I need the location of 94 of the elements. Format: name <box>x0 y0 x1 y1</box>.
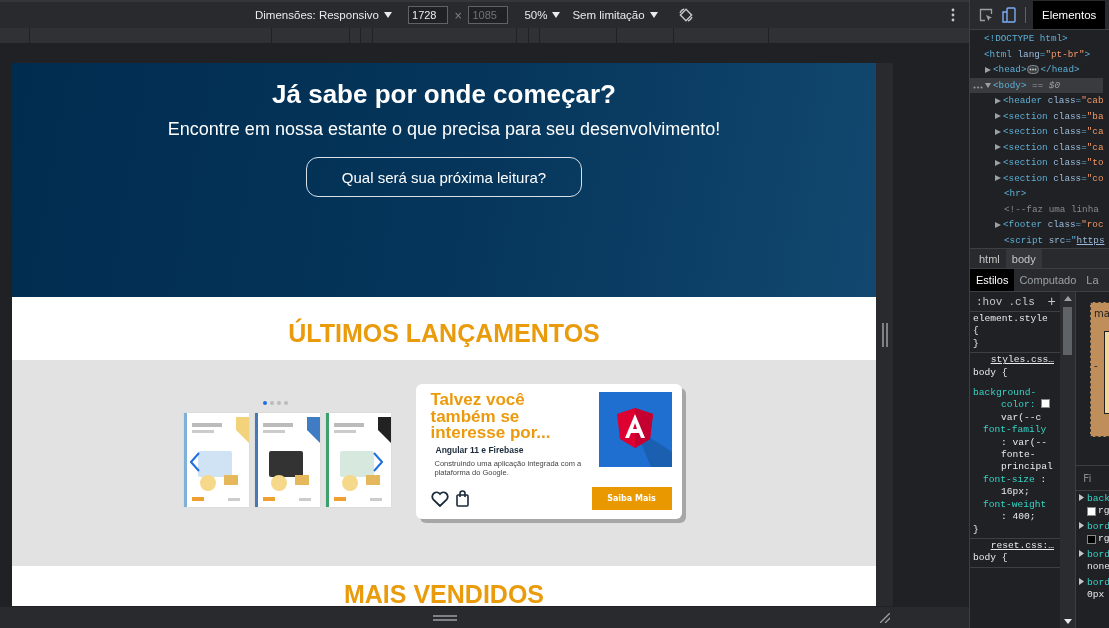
card-title: Talvez você também se interesse por... <box>430 392 552 442</box>
scroll-down-icon[interactable] <box>1063 619 1072 624</box>
expand-arrow-icon <box>1079 550 1084 557</box>
expand-arrow-icon[interactable] <box>995 144 1001 151</box>
closing-brace: } <box>973 337 980 351</box>
scrollbar-thumb[interactable] <box>1063 307 1072 355</box>
expand-arrow-icon <box>1079 494 1084 501</box>
box-model-value: - <box>1094 360 1098 371</box>
computed-property[interactable]: bord 0px <box>1076 575 1109 603</box>
carousel-dot[interactable] <box>284 401 288 405</box>
box-model-label: ma <box>1094 308 1109 319</box>
dom-node[interactable]: <hr> <box>970 186 1109 202</box>
hero-title: Já sabe por onde começar? <box>272 79 616 109</box>
css-selector: element.style { <box>973 313 1048 338</box>
ellipsis-icon[interactable] <box>1027 65 1040 75</box>
heart-icon[interactable] <box>430 490 449 507</box>
breadcrumb[interactable]: body <box>1005 249 1042 268</box>
expand-arrow-icon[interactable] <box>995 128 1001 135</box>
closing-brace: } <box>973 523 980 536</box>
color-swatch[interactable] <box>1087 534 1096 544</box>
css-declaration: font-family : var(--fonte-principal <box>982 424 1054 474</box>
book-title: Angular 11 e Firebase <box>435 444 525 455</box>
computed-property[interactable]: bord rg <box>1076 519 1109 547</box>
computed-property[interactable]: bord none <box>1076 547 1109 575</box>
resize-handle-icon[interactable] <box>881 322 888 347</box>
section-title: MAIS VENDIDOS <box>344 580 544 606</box>
dom-node[interactable]: <section class="ca <box>970 139 1109 155</box>
shopping-bag-icon[interactable] <box>455 490 469 507</box>
dom-node[interactable]: <!--faz uma linha <box>970 201 1109 217</box>
section-title: ÚLTIMOS LANÇAMENTOS <box>288 319 600 349</box>
dom-node[interactable]: <footer class="roc <box>970 217 1109 233</box>
more-options-icon[interactable] <box>973 85 983 89</box>
expand-arrow-icon[interactable] <box>985 66 991 73</box>
scroll-up-icon[interactable] <box>1063 296 1072 301</box>
inspect-element-icon[interactable] <box>979 7 993 22</box>
dom-node[interactable]: <header class="cab <box>970 93 1109 109</box>
hover-toggle[interactable]: :hov <box>973 295 1006 308</box>
dom-node[interactable]: <section class="to <box>970 155 1109 171</box>
scrollbar[interactable] <box>1060 292 1075 628</box>
resize-corner-icon[interactable] <box>880 613 890 623</box>
panel-tab[interactable]: Estilos <box>970 269 1015 291</box>
dom-node[interactable]: <head> </head> <box>970 62 1109 78</box>
caret-icon <box>649 12 658 18</box>
caret-icon <box>384 12 392 18</box>
source-link[interactable]: reset.css:… <box>973 539 1054 553</box>
panel-tab[interactable]: La <box>1081 269 1104 291</box>
expand-arrow-icon <box>1079 522 1084 529</box>
expand-arrow-icon[interactable] <box>995 159 1001 166</box>
collapse-arrow-icon[interactable] <box>985 82 991 89</box>
resize-handle-icon[interactable] <box>432 614 457 621</box>
carousel-dot[interactable] <box>277 401 281 405</box>
times-sign: × <box>454 9 463 21</box>
dom-node[interactable]: <script src="https <box>970 232 1109 248</box>
shield-icon <box>598 392 672 467</box>
throttling-dropdown[interactable]: Sem limitação <box>572 9 658 21</box>
carousel-dot[interactable] <box>270 401 274 405</box>
css-declaration: font-weight : 400; <box>982 498 1048 524</box>
dom-node[interactable]: <body> == $0 <box>970 77 1103 93</box>
source-link[interactable]: styles.css… <box>973 354 1054 367</box>
dom-node[interactable]: <section class="ba <box>970 108 1109 124</box>
expand-arrow-icon <box>1079 578 1084 585</box>
computed-property[interactable]: back rg <box>1076 491 1109 519</box>
dimensions-dropdown[interactable]: Dimensões: Responsivo <box>255 9 392 21</box>
expand-arrow-icon[interactable] <box>995 97 1001 104</box>
device-toggle-icon[interactable] <box>1002 6 1016 23</box>
search-button[interactable]: Qual será sua próxima leitura? <box>306 157 582 197</box>
carousel-dot[interactable] <box>263 401 267 405</box>
css-declaration: font-size : 16px; <box>982 473 1048 499</box>
filter-field[interactable]: Fi <box>1076 465 1109 491</box>
chevron-right-icon[interactable] <box>372 452 383 472</box>
expand-arrow-icon[interactable] <box>995 175 1001 182</box>
breadcrumb[interactable]: html <box>973 249 1006 268</box>
dom-node[interactable]: <section class="ca <box>970 124 1109 140</box>
rotate-icon[interactable] <box>678 8 693 22</box>
css-declaration: background-color: var(--c <box>973 387 1054 425</box>
chevron-left-icon[interactable] <box>189 452 200 472</box>
color-swatch[interactable] <box>1041 399 1051 409</box>
css-selector: body { <box>973 552 1009 565</box>
caret-icon <box>552 12 561 18</box>
class-toggle[interactable]: .cls <box>1005 295 1038 308</box>
new-rule-button[interactable]: + <box>1045 293 1060 310</box>
color-swatch[interactable] <box>1087 506 1096 516</box>
expand-arrow-icon[interactable] <box>995 221 1001 228</box>
panel-tab[interactable]: Elementos <box>1033 0 1106 29</box>
zoom-dropdown[interactable]: 50% <box>524 9 561 21</box>
dom-node[interactable]: <section class="co <box>970 170 1109 186</box>
expand-arrow-icon[interactable] <box>995 113 1001 120</box>
more-options-icon[interactable] <box>951 8 955 22</box>
width-field[interactable]: 1728 <box>408 6 448 24</box>
css-selector: body { <box>973 366 1009 380</box>
dom-node[interactable]: <!DOCTYPE html> <box>970 31 1109 47</box>
hero-subtitle: Encontre em nossa estante o que precisa para seu desenvolvimento! <box>167 118 721 140</box>
panel-tab[interactable]: Computado <box>1014 269 1082 291</box>
dom-node[interactable]: <html lang="pt-br"> <box>970 46 1109 62</box>
